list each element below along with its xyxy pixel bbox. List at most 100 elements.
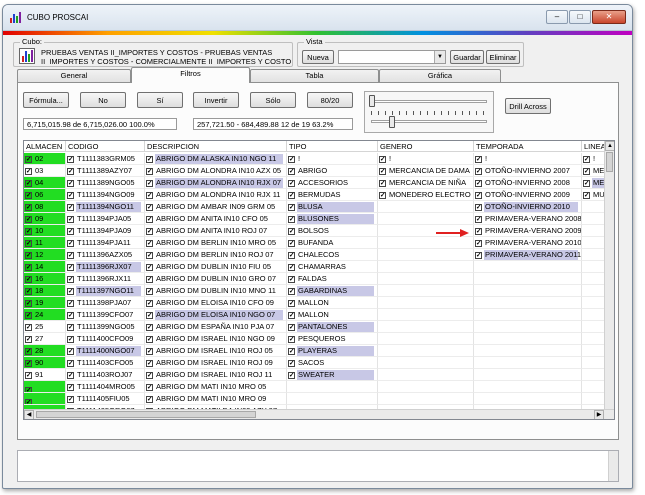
checkbox[interactable] (146, 287, 153, 295)
checkbox[interactable] (475, 251, 482, 259)
cell-genero[interactable] (378, 345, 474, 357)
checkbox[interactable] (67, 287, 74, 295)
checkbox[interactable] (146, 155, 153, 163)
cell-temporada[interactable] (474, 369, 582, 381)
checkbox[interactable] (475, 215, 482, 223)
checkbox[interactable] (379, 167, 386, 175)
cell-codigo[interactable]: T1111389NGO05 (66, 177, 145, 189)
cell-codigo[interactable]: T1111404MRO05 (66, 381, 145, 393)
cell-almacen[interactable]: 11 (24, 237, 66, 249)
checkbox[interactable] (288, 167, 295, 175)
cell-descripcion[interactable]: ABRIGO DM ANITA IN10 ROJ 07 (145, 225, 287, 237)
cell-codigo[interactable]: T1111394PJA05 (66, 213, 145, 225)
cell-genero[interactable]: ! (378, 153, 474, 165)
minimize-button[interactable]: – (546, 10, 568, 24)
cell-genero[interactable] (378, 285, 474, 297)
checkbox[interactable] (583, 167, 590, 175)
cell-descripcion[interactable]: ABRIGO DM ISRAEL IN10 ROJ 05 (145, 345, 287, 357)
checkbox[interactable] (25, 227, 32, 235)
checkbox[interactable] (288, 287, 295, 295)
col-header-tipo[interactable]: TIPO (287, 141, 378, 152)
checkbox[interactable] (67, 311, 74, 319)
cell-tipo[interactable]: PESQUEROS (287, 333, 378, 345)
checkbox[interactable] (67, 179, 74, 187)
formula-button[interactable]: Fórmula... (23, 92, 69, 108)
cell-genero[interactable] (378, 321, 474, 333)
checkbox[interactable] (67, 323, 74, 331)
cell-tipo[interactable]: BLUSONES (287, 213, 378, 225)
cell-genero[interactable] (378, 333, 474, 345)
checkbox[interactable] (288, 359, 295, 367)
cell-temporada[interactable] (474, 357, 582, 369)
checkbox[interactable] (67, 239, 74, 247)
cell-temporada[interactable]: PRIMAVERA-VERANO 2008 (474, 213, 582, 225)
cell-codigo[interactable]: T1111400NGO07 (66, 345, 145, 357)
slider-thumb-upper[interactable] (369, 95, 375, 107)
cell-temporada[interactable] (474, 309, 582, 321)
checkbox[interactable] (146, 371, 153, 379)
cell-descripcion[interactable]: ABRIGO DM DUBLIN IN10 FIU 05 (145, 261, 287, 273)
checkbox[interactable] (67, 335, 74, 343)
cell-tipo[interactable]: MALLON (287, 309, 378, 321)
cell-almacen[interactable]: 14 (24, 261, 66, 273)
cell-descripcion[interactable]: ABRIGO DM ALONDRA IN10 RJX 07 (145, 177, 287, 189)
cell-tipo[interactable]: BLUSA (287, 201, 378, 213)
cell-codigo[interactable]: T1111394NGO09 (66, 189, 145, 201)
cell-genero[interactable]: MERCANCIA DE NIÑA (378, 177, 474, 189)
checkbox[interactable] (67, 167, 74, 175)
checkbox[interactable] (475, 155, 482, 163)
slider-thumb-lower[interactable] (389, 116, 395, 128)
cell-genero[interactable] (378, 213, 474, 225)
cell-descripcion[interactable]: ABRIGO DM AMBAR IN09 GRM 05 (145, 201, 287, 213)
cell-codigo[interactable]: T1111396RJX07 (66, 261, 145, 273)
cell-temporada[interactable]: PRIMAVERA-VERANO 2011 (474, 249, 582, 261)
cell-codigo[interactable]: T1111405FIU05 (66, 393, 145, 405)
checkbox[interactable] (25, 263, 32, 271)
scroll-left-icon[interactable]: ◀ (24, 410, 34, 419)
cell-codigo[interactable]: T1111396RJX11 (66, 273, 145, 285)
cell-almacen[interactable]: 90 (24, 357, 66, 369)
col-header-descripcion[interactable]: DESCRIPCION (145, 141, 287, 152)
checkbox[interactable] (67, 299, 74, 307)
cell-temporada[interactable] (474, 393, 582, 405)
col-header-codigo[interactable]: CODIGO (66, 141, 145, 152)
cell-almacen[interactable]: 16 (24, 273, 66, 285)
si-button[interactable]: Sí (137, 92, 183, 108)
tab-filtros[interactable]: Filtros (131, 67, 250, 83)
cell-almacen[interactable]: 25 (24, 321, 66, 333)
checkbox[interactable] (146, 311, 153, 319)
checkbox[interactable] (288, 215, 295, 223)
checkbox[interactable] (146, 299, 153, 307)
cell-genero[interactable] (378, 249, 474, 261)
cell-almacen[interactable]: 91 (24, 369, 66, 381)
cell-genero[interactable] (378, 357, 474, 369)
cell-codigo[interactable]: T1111394NGO11 (66, 201, 145, 213)
cell-codigo[interactable]: T1111394PJA11 (66, 237, 145, 249)
cell-almacen[interactable]: 24 (24, 309, 66, 321)
checkbox[interactable] (146, 215, 153, 223)
checkbox[interactable] (25, 335, 32, 343)
col-header-temporada[interactable]: TEMPORADA (474, 141, 582, 152)
expression-box[interactable] (17, 450, 619, 482)
guardar-button[interactable]: Guardar (450, 50, 484, 64)
cell-almacen[interactable]: 06 (24, 189, 66, 201)
cell-descripcion[interactable]: ABRIGO DM ESPAÑA IN10 PJA 07 (145, 321, 287, 333)
ratio-80-20-button[interactable]: 80/20 (307, 92, 353, 108)
tab-tabla[interactable]: Tabla (250, 69, 379, 82)
checkbox[interactable] (25, 203, 32, 211)
checkbox[interactable] (67, 371, 74, 379)
dropdown-arrow-icon[interactable]: ▼ (434, 51, 445, 63)
checkbox[interactable] (288, 179, 295, 187)
cell-temporada[interactable]: ! (474, 153, 582, 165)
cell-genero[interactable] (378, 369, 474, 381)
checkbox[interactable] (288, 371, 295, 379)
scroll-up-icon[interactable]: ▲ (605, 141, 614, 151)
cell-temporada[interactable] (474, 333, 582, 345)
tab-general[interactable]: General (17, 69, 131, 82)
cell-descripcion[interactable]: ABRIGO DM ELOISA IN10 CFO 09 (145, 297, 287, 309)
cell-genero[interactable] (378, 201, 474, 213)
checkbox[interactable] (25, 179, 32, 187)
horizontal-scroll-thumb[interactable] (36, 411, 256, 418)
checkbox[interactable] (25, 215, 32, 223)
checkbox[interactable] (25, 251, 32, 259)
